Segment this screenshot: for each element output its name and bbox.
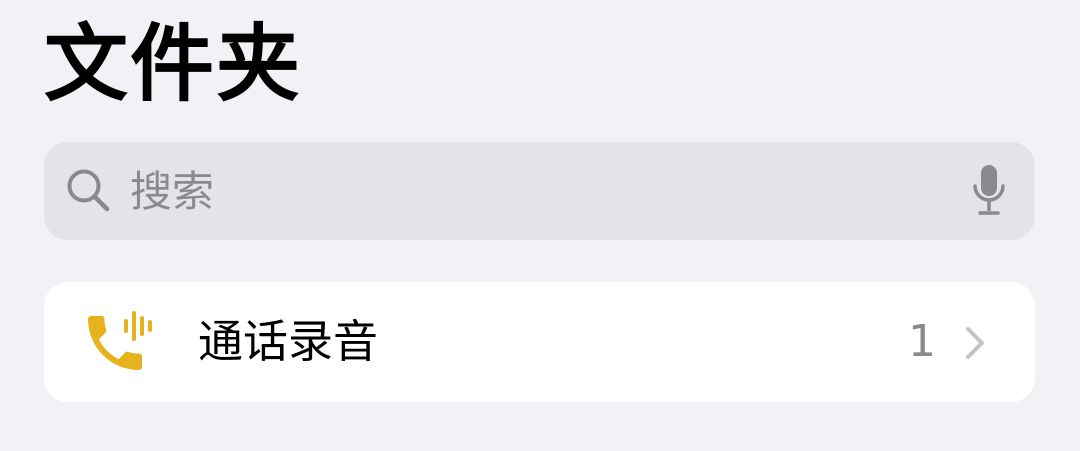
chevron-right-stroke: [966, 327, 984, 359]
waveform-bar: [148, 320, 152, 332]
waveform-bar: [124, 319, 128, 333]
folder-item-count: 1: [908, 316, 936, 367]
search-input[interactable]: [130, 142, 950, 240]
folder-item-label: 通话录音: [198, 315, 379, 368]
search-icon-handle: [92, 194, 110, 212]
microphone-icon[interactable]: [970, 163, 1008, 219]
waveform-bar: [140, 316, 144, 336]
microphone-icon-capsule: [981, 165, 997, 196]
search-bar[interactable]: [44, 142, 1035, 240]
waveform-bar: [132, 311, 136, 341]
search-icon: [67, 169, 110, 212]
chevron-right-icon: [966, 327, 984, 359]
page-title: 文件夹: [44, 15, 303, 113]
folders-screen: 文件夹 通话录音 1: [0, 0, 1080, 451]
folder-item-call-recordings[interactable]: 通话录音 1: [44, 282, 1035, 402]
phone-waveform-icon: [88, 311, 152, 370]
folder-list: 通话录音 1: [44, 282, 1035, 402]
